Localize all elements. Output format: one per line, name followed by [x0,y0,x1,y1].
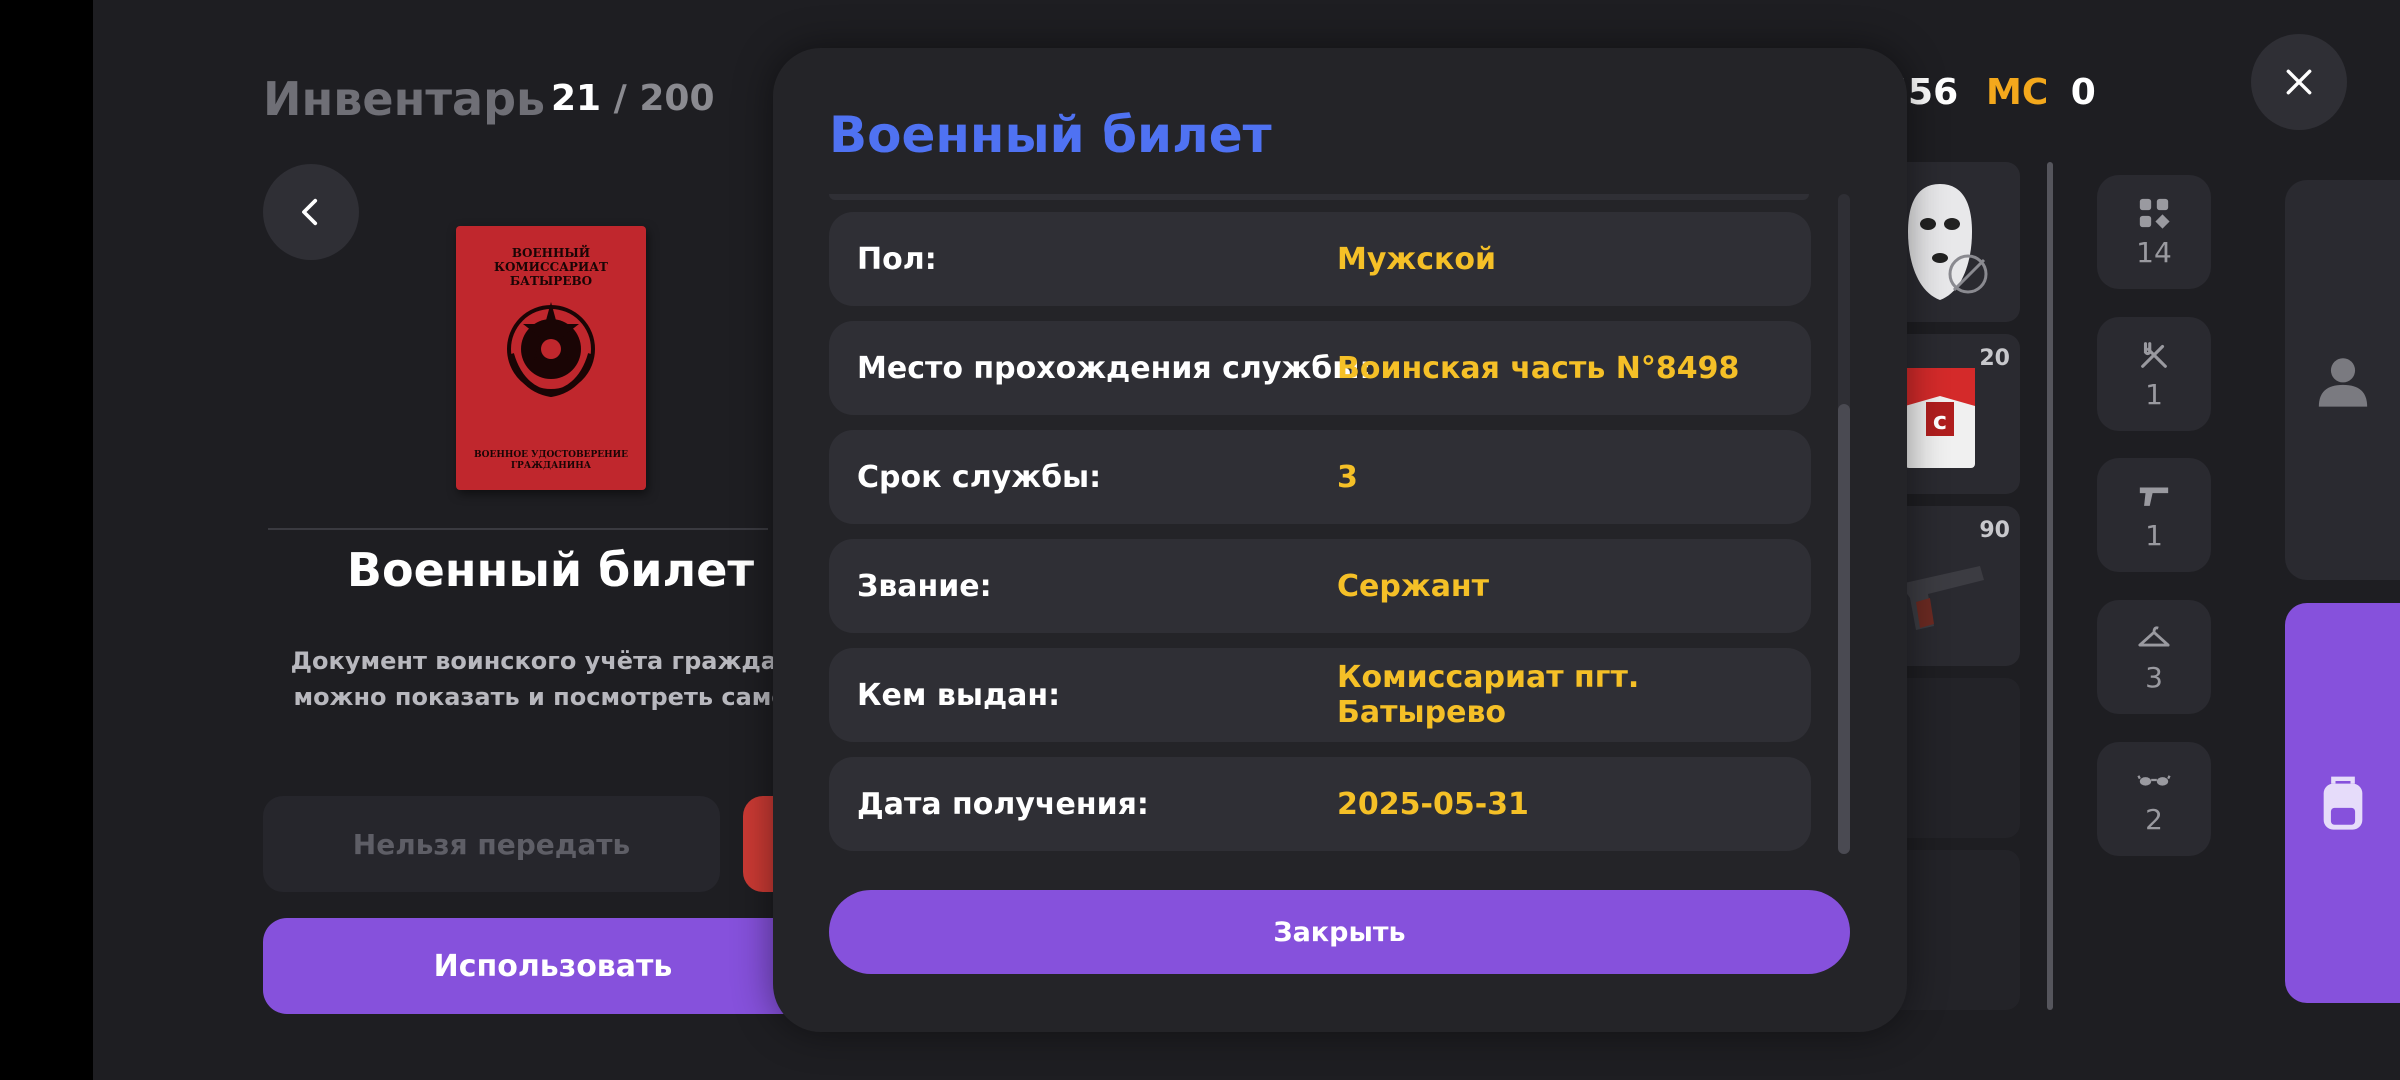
detail-label: Дата получения: [857,786,1149,822]
inventory-count-separator: / [613,78,627,119]
modal-scrollbar-thumb[interactable] [1838,404,1850,854]
image-top-text: ВОЕННЫЙ КОМИССАРИАТ БАТЫРЕВО [456,246,646,288]
category-clothes[interactable]: 3 [2097,600,2211,714]
mc-label: MC [1986,72,2049,113]
all-items-icon [2139,198,2170,229]
character-tab[interactable] [2285,180,2400,580]
mc-value: 0 [2070,72,2096,113]
close-icon [2286,69,2312,95]
detail-value: 3 [1337,459,1358,495]
item-description-line-2: можно показать и посмотреть самом [293,683,808,711]
use-button[interactable]: Использовать [263,918,843,1014]
emblem-icon [507,302,595,398]
detail-value: 2025-05-31 [1337,786,1529,822]
military-id-image: ВОЕННЫЙ КОМИССАРИАТ БАТЫРЕВО ВОЕННОЕ УДО… [456,226,646,490]
grid-scrollbar[interactable] [2047,162,2053,1010]
category-count: 1 [2145,518,2163,552]
image-top-text-line-1: ВОЕННЫЙ КОМИССАРИАТ [494,246,608,274]
category-food[interactable]: 1 [2097,317,2211,431]
chevron-left-icon [302,198,318,226]
detail-label: Пол: [857,241,937,277]
close-inventory-button[interactable] [2251,34,2347,130]
hanger-icon [2138,625,2170,646]
svg-text:c: c [1933,407,1947,435]
list-item [829,194,1809,200]
item-name: Военный билет [346,543,755,597]
detail-label: Место прохождения службы: [857,350,1372,386]
detail-value: Комиссариат пгт. Батырево [1337,660,1640,730]
detail-label: Звание: [857,568,992,604]
food-icon [2141,341,2167,368]
category-count: 14 [2136,235,2172,269]
detail-row-service-place: Место прохождения службы: Воинская часть… [829,321,1811,415]
modal-close-button[interactable]: Закрыть [829,890,1850,974]
inventory-screen: Инвентарь 21 / 200 ВОЕННЫЙ КОМИССАРИАТ Б… [93,0,2400,1080]
category-weapons[interactable]: 1 [2097,458,2211,572]
divider [268,528,768,530]
inventory-count-current: 21 [551,78,602,119]
person-icon [2318,358,2367,407]
category-all[interactable]: 14 [2097,175,2211,289]
glasses-icon [2137,774,2171,786]
slot-count: 20 [1979,346,2010,371]
detail-row-gender: Пол: Мужской [829,212,1811,306]
inventory-tab[interactable] [2285,603,2400,1003]
detail-label: Кем выдан: [857,677,1061,713]
category-count: 3 [2145,660,2163,694]
slot-count: 90 [1979,518,2010,543]
inventory-count-max: 200 [639,78,715,119]
detail-value: Воинская часть N°8498 [1337,350,1740,386]
no-transfer-button: Нельзя передать [263,796,720,892]
mc-currency: MC 0 [1986,72,2096,113]
detail-value: Мужской [1337,241,1497,277]
detail-row-issued-by: Кем выдан: Комиссариат пгт. Батырево [829,648,1811,742]
weapon-icon [2139,487,2169,506]
category-count: 2 [2145,802,2163,836]
backpack-icon [2323,776,2362,830]
document-modal: Военный билет Пол: Мужской Место прохожд… [773,48,1907,1032]
detail-row-issue-date: Дата получения: 2025-05-31 [829,757,1811,851]
item-description-line-1: Документ воинского учёта граждани [290,647,811,675]
image-bottom-text-line-1: ВОЕННОЕ УДОСТОВЕРЕНИЕ [474,450,628,460]
inventory-capacity: 21 / 200 [551,78,715,119]
category-count: 1 [2145,377,2163,411]
image-bottom-text: ВОЕННОЕ УДОСТОВЕРЕНИЕ ГРАЖДАНИНА [456,450,646,472]
image-bottom-text-line-2: ГРАЖДАНИНА [510,461,592,471]
item-description: Документ воинского учёта граждани можно … [263,643,838,715]
detail-row-rank: Звание: Сержант [829,539,1811,633]
inventory-title: Инвентарь [263,72,546,126]
modal-title: Военный билет [829,106,1272,164]
category-accessories[interactable]: 2 [2097,742,2211,856]
detail-label: Срок службы: [857,459,1102,495]
document-details-list[interactable]: Пол: Мужской Место прохождения службы: В… [829,194,1829,904]
detail-row-service-term: Срок службы: 3 [829,430,1811,524]
back-button[interactable] [263,164,359,260]
image-top-text-line-2: БАТЫРЕВО [509,274,593,288]
detail-value: Сержант [1337,568,1490,604]
